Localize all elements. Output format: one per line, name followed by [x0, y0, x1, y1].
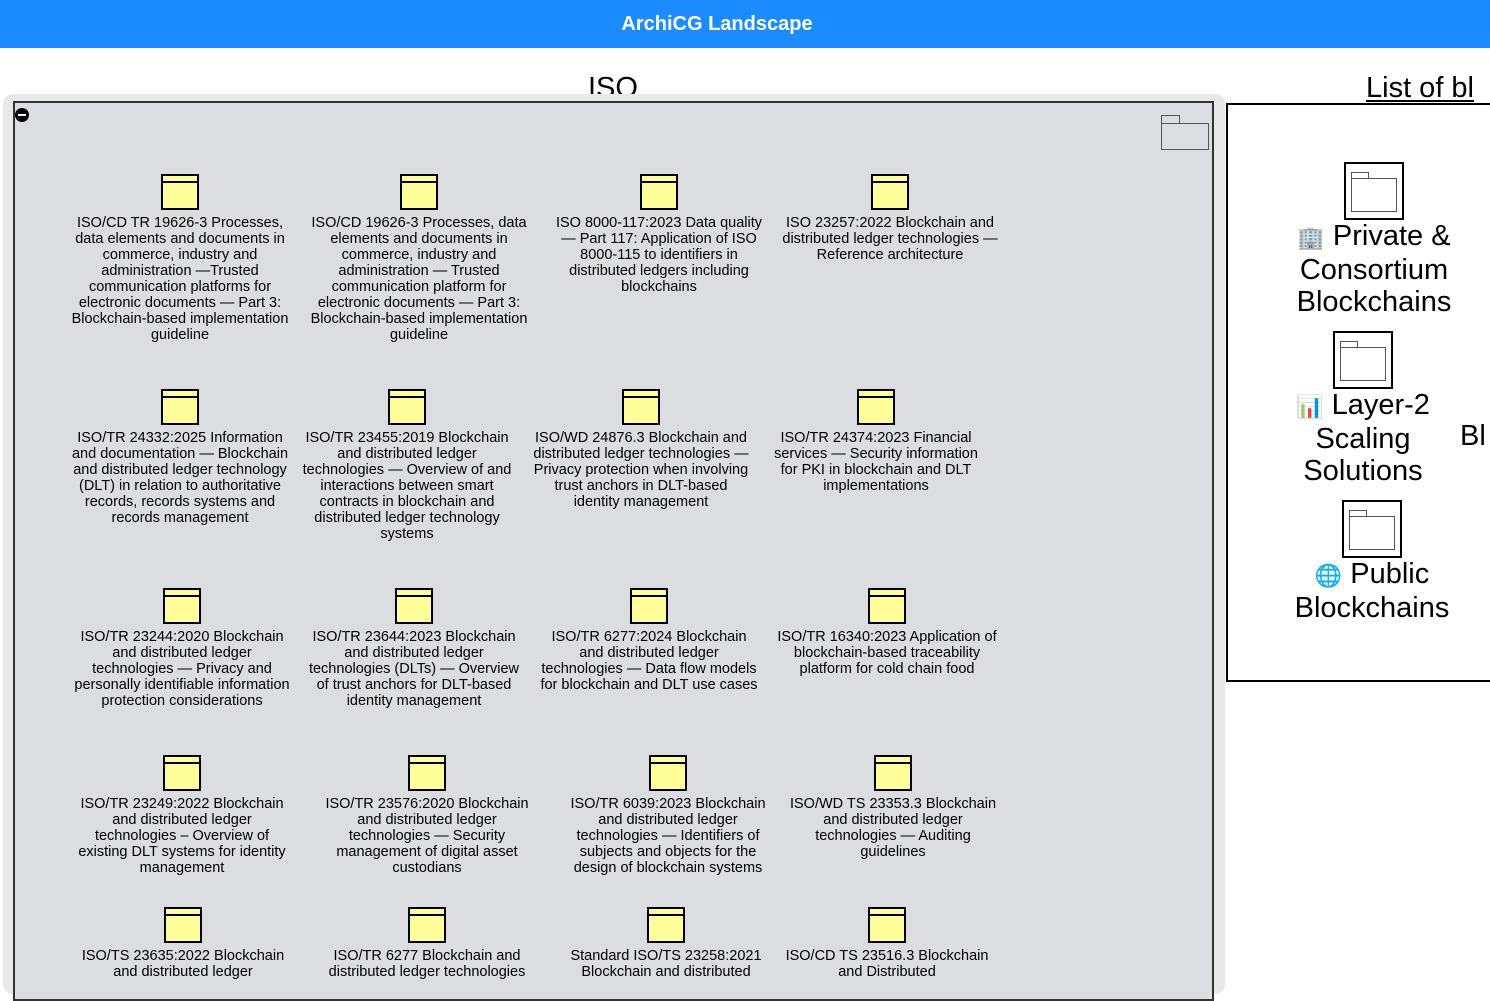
- standard-label: ISO/WD TS 23353.3 Blockchain and distrib…: [789, 796, 997, 860]
- standard-item[interactable]: ISO/CD TS 23516.3 Blockchain and Distrib…: [777, 907, 997, 980]
- standard-label: ISO/TR 23576:2020 Blockchain and distrib…: [325, 796, 529, 876]
- group-layer2-scaling[interactable]: 📊 Layer-2 Scaling Solutions: [1263, 331, 1463, 487]
- standard-item[interactable]: ISO/CD TR 19626-3 Processes, data elemen…: [70, 174, 290, 343]
- standard-label: ISO 8000-117:2023 Data quality — Part 11…: [555, 215, 763, 295]
- standard-label: ISO/TR 23455:2019 Blockchain and distrib…: [302, 430, 512, 542]
- app-title: ArchiCG Landscape: [621, 12, 813, 35]
- standard-item[interactable]: ISO/TR 24332:2025 Information and docume…: [70, 389, 290, 526]
- group-label-line: Solutions: [1303, 455, 1423, 487]
- standard-label: ISO/TR 16340:2023 Application of blockch…: [777, 629, 997, 677]
- standard-item[interactable]: ISO 8000-117:2023 Data quality — Part 11…: [549, 174, 769, 295]
- group-private-consortium[interactable]: 🏢 Private & Consortium Blockchains: [1274, 162, 1474, 318]
- data-object-icon: [163, 588, 201, 624]
- standard-item[interactable]: ISO/WD TS 23353.3 Blockchain and distrib…: [783, 755, 1003, 860]
- collapse-icon[interactable]: [15, 108, 29, 122]
- group-label-line: Blockchains: [1294, 592, 1450, 624]
- standard-item[interactable]: ISO/TR 23244:2020 Blockchain and distrib…: [72, 588, 292, 709]
- group-folder-icon: [1333, 331, 1393, 389]
- data-object-icon: [161, 389, 199, 425]
- data-object-icon: [408, 907, 446, 943]
- data-object-icon: [164, 907, 202, 943]
- standard-label: Standard ISO/TS 23258:2021 Blockchain an…: [570, 948, 762, 980]
- list-title: List of bl: [1366, 72, 1474, 104]
- group-label-line: Public: [1350, 558, 1430, 590]
- data-object-icon: [868, 588, 906, 624]
- data-object-icon: [857, 389, 895, 425]
- standard-item[interactable]: ISO/TR 23576:2020 Blockchain and distrib…: [317, 755, 537, 876]
- data-object-icon: [395, 588, 433, 624]
- data-object-icon: [871, 174, 909, 210]
- standard-item[interactable]: ISO/TR 16340:2023 Application of blockch…: [777, 588, 997, 677]
- standard-label: ISO/TR 6039:2023 Blockchain and distribu…: [570, 796, 766, 876]
- group-folder-icon: [1342, 500, 1402, 558]
- standard-label: ISO/TR 23644:2023 Blockchain and distrib…: [308, 629, 520, 709]
- standard-label: ISO/CD TR 19626-3 Processes, data elemen…: [71, 215, 289, 343]
- group-folder-icon: [1344, 162, 1404, 220]
- building-icon: 🏢: [1297, 225, 1325, 250]
- standard-label: ISO/WD 24876.3 Blockchain and distribute…: [533, 430, 749, 510]
- standard-label: ISO/TR 6277:2024 Blockchain and distribu…: [540, 629, 758, 693]
- standard-item[interactable]: Standard ISO/TS 23258:2021 Blockchain an…: [556, 907, 776, 980]
- standard-item[interactable]: ISO/TR 6039:2023 Blockchain and distribu…: [558, 755, 778, 876]
- standard-item[interactable]: ISO/TR 6277:2024 Blockchain and distribu…: [539, 588, 759, 693]
- data-object-icon: [640, 174, 678, 210]
- data-object-icon: [649, 755, 687, 791]
- standard-label: ISO/TR 23249:2022 Blockchain and distrib…: [78, 796, 286, 876]
- data-object-icon: [163, 755, 201, 791]
- standard-item[interactable]: ISO 23257:2022 Blockchain and distribute…: [780, 174, 1000, 263]
- data-object-icon: [647, 907, 685, 943]
- group-label-line: Consortium: [1299, 254, 1449, 286]
- data-object-icon: [622, 389, 660, 425]
- standard-item[interactable]: ISO/TR 24374:2023 Financial services — S…: [766, 389, 986, 494]
- data-object-icon: [161, 174, 199, 210]
- bar-chart-icon: 📊: [1296, 394, 1324, 419]
- standard-item[interactable]: ISO/TR 6277 Blockchain and distributed l…: [317, 907, 537, 980]
- standard-item[interactable]: ISO/CD 19626-3 Processes, data elements …: [309, 174, 529, 343]
- data-object-icon: [408, 755, 446, 791]
- group-label-line: Private &: [1332, 220, 1451, 252]
- standard-label: ISO/TR 24374:2023 Financial services — S…: [774, 430, 978, 494]
- data-object-icon: [400, 174, 438, 210]
- data-object-icon: [874, 755, 912, 791]
- group-public-blockchains[interactable]: 🌐 Public Blockchains: [1272, 500, 1472, 624]
- data-object-icon: [868, 907, 906, 943]
- app-header: ArchiCG Landscape: [0, 0, 1490, 48]
- standard-item[interactable]: ISO/WD 24876.3 Blockchain and distribute…: [531, 389, 751, 510]
- standard-label: ISO/CD TS 23516.3 Blockchain and Distrib…: [785, 948, 989, 980]
- standard-label: ISO/TS 23635:2022 Blockchain and distrib…: [81, 948, 285, 980]
- standard-label: ISO 23257:2022 Blockchain and distribute…: [782, 215, 998, 263]
- standard-label: ISO/TR 24332:2025 Information and docume…: [71, 430, 289, 526]
- standard-item[interactable]: ISO/TS 23635:2022 Blockchain and distrib…: [73, 907, 293, 980]
- data-object-icon: [388, 389, 426, 425]
- standard-item[interactable]: ISO/TR 23249:2022 Blockchain and distrib…: [72, 755, 292, 876]
- globe-icon: 🌐: [1314, 563, 1343, 588]
- standard-item[interactable]: ISO/TR 23455:2019 Blockchain and distrib…: [297, 389, 517, 542]
- folder-icon: [1161, 115, 1209, 150]
- standard-label: ISO/TR 6277 Blockchain and distributed l…: [328, 948, 526, 980]
- group-label-line: Layer-2: [1331, 389, 1430, 421]
- standard-label: ISO/TR 23244:2020 Blockchain and distrib…: [74, 629, 290, 709]
- standard-label: ISO/CD 19626-3 Processes, data elements …: [310, 215, 528, 343]
- standard-item[interactable]: ISO/TR 23644:2023 Blockchain and distrib…: [304, 588, 524, 709]
- data-object-icon: [630, 588, 668, 624]
- group-label-line: Scaling: [1315, 423, 1411, 455]
- partial-group-label: Bl: [1460, 420, 1486, 452]
- group-label-line: Blockchains: [1296, 286, 1452, 318]
